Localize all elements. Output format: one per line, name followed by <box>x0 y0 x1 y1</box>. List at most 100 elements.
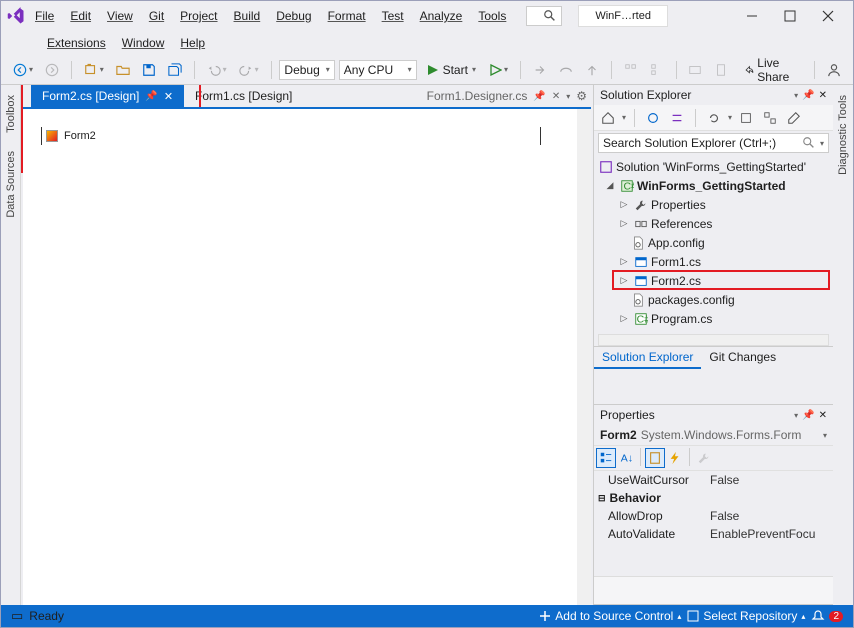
panel-close-icon[interactable]: ✕ <box>819 410 827 421</box>
layout-button-2[interactable] <box>710 61 732 79</box>
data-sources-tab[interactable]: Data Sources <box>3 145 19 224</box>
tab-close-icon[interactable]: ✕ <box>552 91 560 102</box>
tab-settings-icon[interactable]: ⚙ <box>576 89 587 103</box>
form1-node[interactable]: ▷ Form1.cs <box>594 252 833 271</box>
start-debug-button[interactable]: Start▾ <box>421 61 482 79</box>
prop-alpha-button[interactable]: A↓ <box>616 448 636 468</box>
diagnostic-tools-tab[interactable]: Diagnostic Tools <box>835 89 851 181</box>
properties-node[interactable]: ▷ Properties <box>594 195 833 214</box>
expander-icon[interactable]: ▷ <box>617 218 631 229</box>
expander-icon[interactable]: ◢ <box>603 180 617 191</box>
expander-icon[interactable]: ▷ <box>617 275 631 286</box>
align-button-2[interactable] <box>646 61 668 79</box>
solution-search-input[interactable]: Search Solution Explorer (Ctrl+;) ▾ <box>598 133 829 153</box>
packagesconfig-node[interactable]: packages.config <box>594 290 833 309</box>
se-switch-button[interactable] <box>667 108 687 128</box>
layout-button-1[interactable] <box>684 61 706 79</box>
add-source-control-button[interactable]: Add to Source Control ▴ <box>539 609 681 623</box>
git-changes-tab[interactable]: Git Changes <box>701 347 784 369</box>
se-sync-button[interactable] <box>643 108 663 128</box>
expander-icon[interactable]: ▷ <box>617 256 631 267</box>
panel-pin-icon[interactable]: 📌 <box>802 90 814 101</box>
panel-options-icon[interactable]: ▾ <box>794 411 798 420</box>
panel-pin-icon[interactable]: 📌 <box>802 410 814 421</box>
project-node[interactable]: ◢ C# WinForms_GettingStarted <box>594 176 833 195</box>
form-designer-surface[interactable]: Form2 <box>23 109 577 605</box>
live-share-button[interactable]: Live Share <box>740 54 806 86</box>
menu-analyze[interactable]: Analyze <box>414 5 469 27</box>
expander-icon[interactable]: ▷ <box>617 313 631 324</box>
expander-icon[interactable]: ▷ <box>617 199 631 210</box>
prop-properties-button[interactable] <box>645 448 665 468</box>
step-over-button[interactable] <box>555 61 577 79</box>
platform-dropdown[interactable]: Any CPU▾ <box>339 60 417 80</box>
notifications-button[interactable]: 2 <box>811 609 843 623</box>
doc-tab-form1-design[interactable]: Form1.cs [Design] <box>184 85 303 107</box>
se-collapse-button[interactable] <box>736 108 756 128</box>
menu-edit[interactable]: Edit <box>64 5 97 27</box>
save-button[interactable] <box>138 61 160 79</box>
redo-button[interactable]: ▾ <box>235 61 263 79</box>
undo-button[interactable]: ▾ <box>203 61 231 79</box>
properties-object-selector[interactable]: Form2 System.Windows.Forms.Form ▾ <box>594 425 833 446</box>
close-button[interactable] <box>809 4 847 28</box>
open-file-button[interactable] <box>112 61 134 79</box>
prop-row-usewaitcursor[interactable]: UseWaitCursor False <box>594 471 833 489</box>
h-scrollbar[interactable] <box>598 334 829 346</box>
prop-events-button[interactable] <box>665 448 685 468</box>
menu-test[interactable]: Test <box>376 5 410 27</box>
menu-view[interactable]: View <box>101 5 139 27</box>
tab-close-icon[interactable]: ✕ <box>164 90 173 103</box>
designer-scrollbar[interactable] <box>577 109 591 605</box>
prop-categorized-button[interactable] <box>596 448 616 468</box>
align-button-1[interactable] <box>620 61 642 79</box>
save-all-button[interactable] <box>164 61 186 79</box>
solution-node[interactable]: Solution 'WinForms_GettingStarted' <box>594 157 833 176</box>
solution-explorer-tab[interactable]: Solution Explorer <box>594 347 701 369</box>
form2-node[interactable]: ▷ Form2.cs <box>594 271 833 290</box>
references-node[interactable]: ▷ References <box>594 214 833 233</box>
form-icon <box>46 130 58 142</box>
minimize-button[interactable] <box>733 4 771 28</box>
se-home-button[interactable] <box>598 108 618 128</box>
menu-file[interactable]: File <box>29 5 60 27</box>
new-project-button[interactable]: ▾ <box>80 61 108 79</box>
config-dropdown[interactable]: Debug▾ <box>279 60 334 80</box>
prop-pages-button[interactable] <box>694 448 714 468</box>
prop-row-allowdrop[interactable]: AllowDrop False <box>594 507 833 525</box>
maximize-button[interactable] <box>771 4 809 28</box>
account-button[interactable] <box>823 61 845 79</box>
panel-options-icon[interactable]: ▾ <box>794 91 798 100</box>
toolbox-tab[interactable]: Toolbox <box>3 89 19 139</box>
se-refresh-button[interactable] <box>704 108 724 128</box>
prop-row-autovalidate[interactable]: AutoValidate EnablePreventFocu <box>594 525 833 543</box>
menu-project[interactable]: Project <box>174 5 223 27</box>
menu-build[interactable]: Build <box>228 5 267 27</box>
menu-format[interactable]: Format <box>322 5 372 27</box>
program-node[interactable]: ▷ C# Program.cs <box>594 309 833 328</box>
quick-launch-search[interactable] <box>526 6 562 26</box>
doc-tab-form2-design[interactable]: Form2.cs [Design] 📌 ✕ <box>31 85 184 107</box>
se-showall-button[interactable] <box>760 108 780 128</box>
se-properties-button[interactable] <box>784 108 804 128</box>
menu-help[interactable]: Help <box>174 32 211 54</box>
step-out-button[interactable] <box>581 61 603 79</box>
pin-icon[interactable]: 📌 <box>533 91 545 102</box>
tab-overflow-icon[interactable]: ▾ <box>566 92 570 101</box>
menu-window[interactable]: Window <box>116 32 171 54</box>
prop-category-behavior[interactable]: ⊟ Behavior <box>594 489 833 507</box>
doc-tab-form1-designer-cs[interactable]: Form1.Designer.cs <box>427 89 528 103</box>
nav-back-button[interactable]: ▾ <box>9 61 37 79</box>
menu-debug[interactable]: Debug <box>270 5 317 27</box>
menu-extensions[interactable]: Extensions <box>41 32 112 54</box>
form2-canvas[interactable]: Form2 <box>41 127 541 145</box>
panel-close-icon[interactable]: ✕ <box>819 90 827 101</box>
nav-fwd-button[interactable] <box>41 61 63 79</box>
start-no-debug-button[interactable]: ▾ <box>486 62 512 78</box>
step-button[interactable] <box>529 61 551 79</box>
select-repository-button[interactable]: Select Repository ▴ <box>687 609 805 623</box>
pin-icon[interactable]: 📌 <box>145 91 157 102</box>
appconfig-node[interactable]: App.config <box>594 233 833 252</box>
menu-tools[interactable]: Tools <box>472 5 512 27</box>
menu-git[interactable]: Git <box>143 5 170 27</box>
